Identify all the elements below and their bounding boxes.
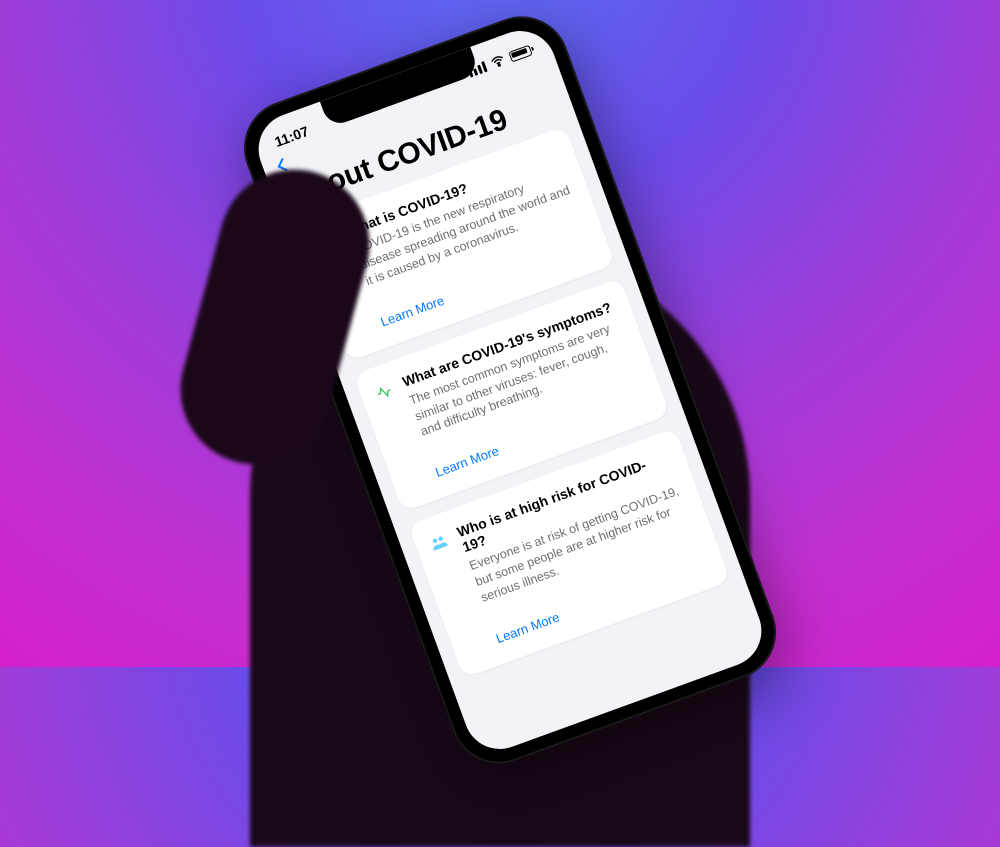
battery-icon bbox=[508, 44, 532, 62]
learn-more-link[interactable]: Learn More bbox=[378, 292, 446, 329]
wifi-icon bbox=[489, 52, 507, 70]
learn-more-link[interactable]: Learn More bbox=[494, 609, 562, 646]
learn-more-link[interactable]: Learn More bbox=[433, 443, 501, 480]
